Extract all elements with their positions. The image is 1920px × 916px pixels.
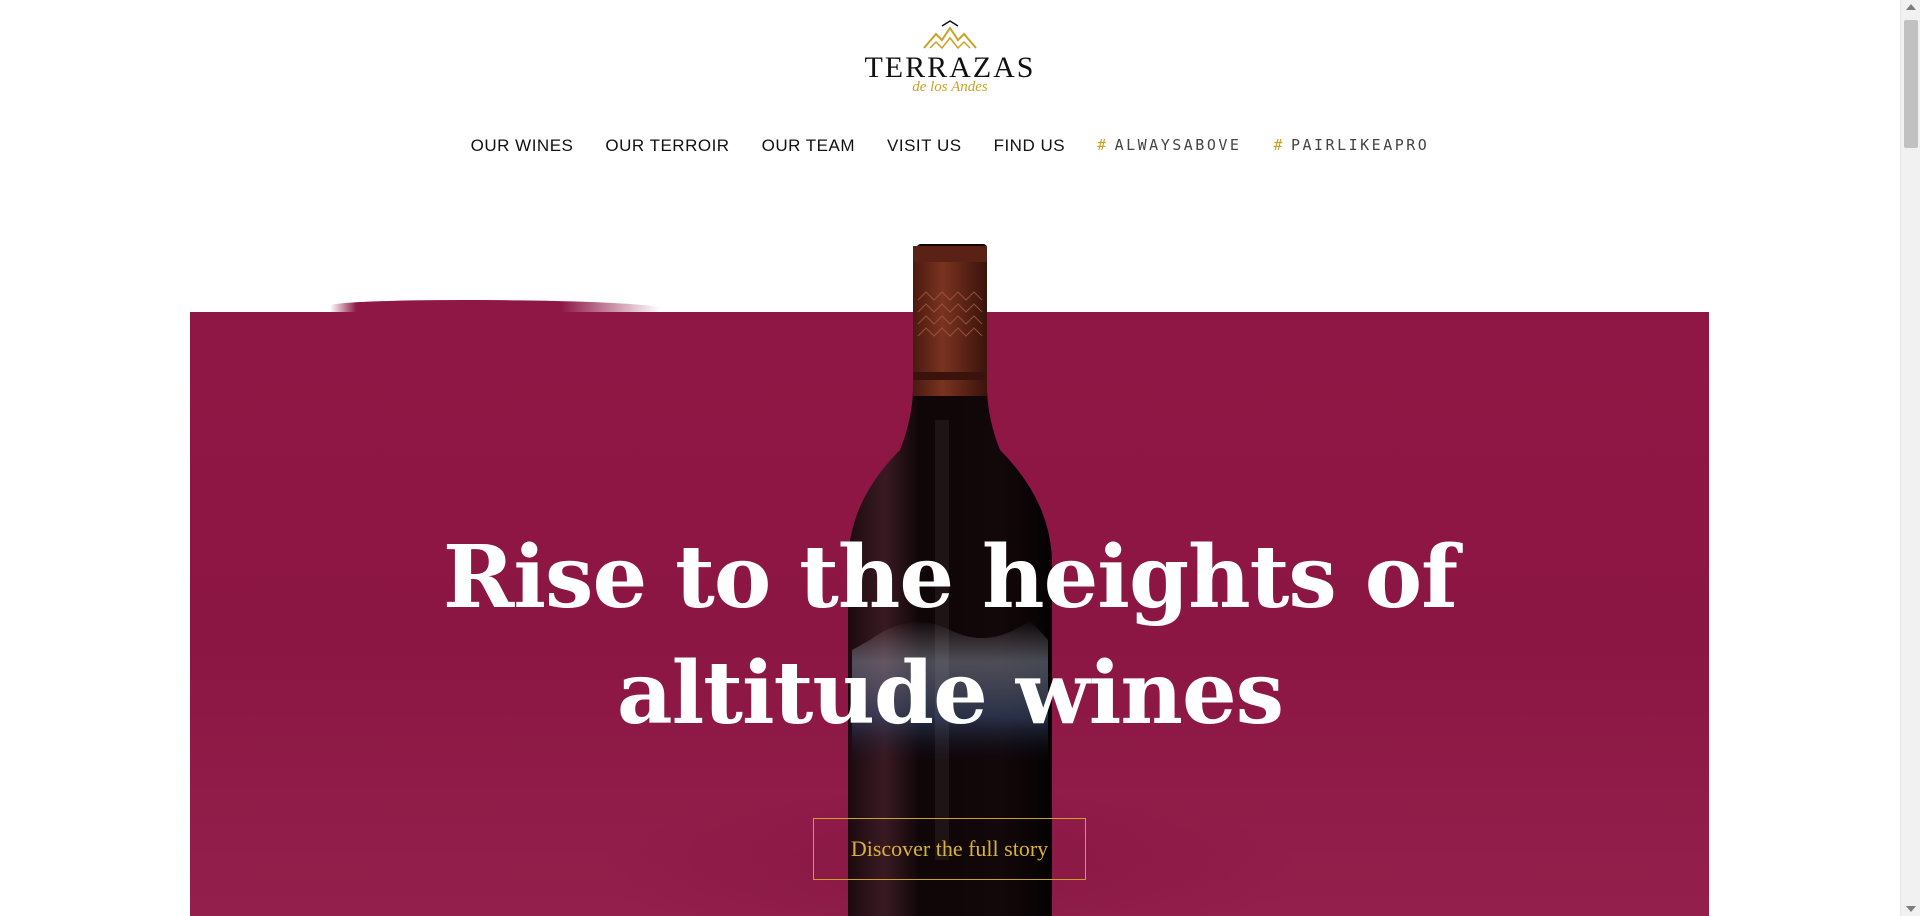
nav-visit-us[interactable]: VISIT US bbox=[887, 136, 962, 156]
nav-alwaysabove[interactable]: # ALWAYSABOVE bbox=[1097, 136, 1241, 156]
page-scrollbar[interactable] bbox=[1900, 0, 1920, 916]
nav-our-terroir[interactable]: OUR TERROIR bbox=[605, 136, 729, 156]
hero-headline: Rise to the heights of altitude wines bbox=[0, 520, 1900, 752]
hero-headline-line1: Rise to the heights of bbox=[442, 527, 1458, 628]
hero-headline-line2: altitude wines bbox=[616, 643, 1284, 744]
nav-pairlikeapro-label: PAIRLIKEAPRO bbox=[1290, 136, 1430, 154]
nav-alwaysabove-label: ALWAYSABOVE bbox=[1114, 136, 1242, 154]
scrollbar-thumb[interactable] bbox=[1904, 20, 1918, 148]
scroll-up-arrow-icon[interactable] bbox=[1906, 4, 1916, 10]
discover-story-button[interactable]: Discover the full story bbox=[813, 818, 1086, 880]
hashtag-sign: # bbox=[1097, 136, 1109, 154]
scroll-down-arrow-icon[interactable] bbox=[1906, 906, 1916, 912]
main-nav: OUR WINES OUR TERROIR OUR TEAM VISIT US … bbox=[0, 136, 1900, 156]
brand-logo[interactable]: TERRAZAS de los Andes bbox=[855, 20, 1045, 106]
nav-pairlikeapro[interactable]: # PAIRLIKEAPRO bbox=[1273, 136, 1429, 156]
nav-our-wines[interactable]: OUR WINES bbox=[471, 136, 574, 156]
nav-find-us[interactable]: FIND US bbox=[994, 136, 1066, 156]
nav-our-team[interactable]: OUR TEAM bbox=[762, 136, 855, 156]
hashtag-sign: # bbox=[1273, 136, 1285, 154]
mountain-logo-icon bbox=[923, 20, 977, 50]
